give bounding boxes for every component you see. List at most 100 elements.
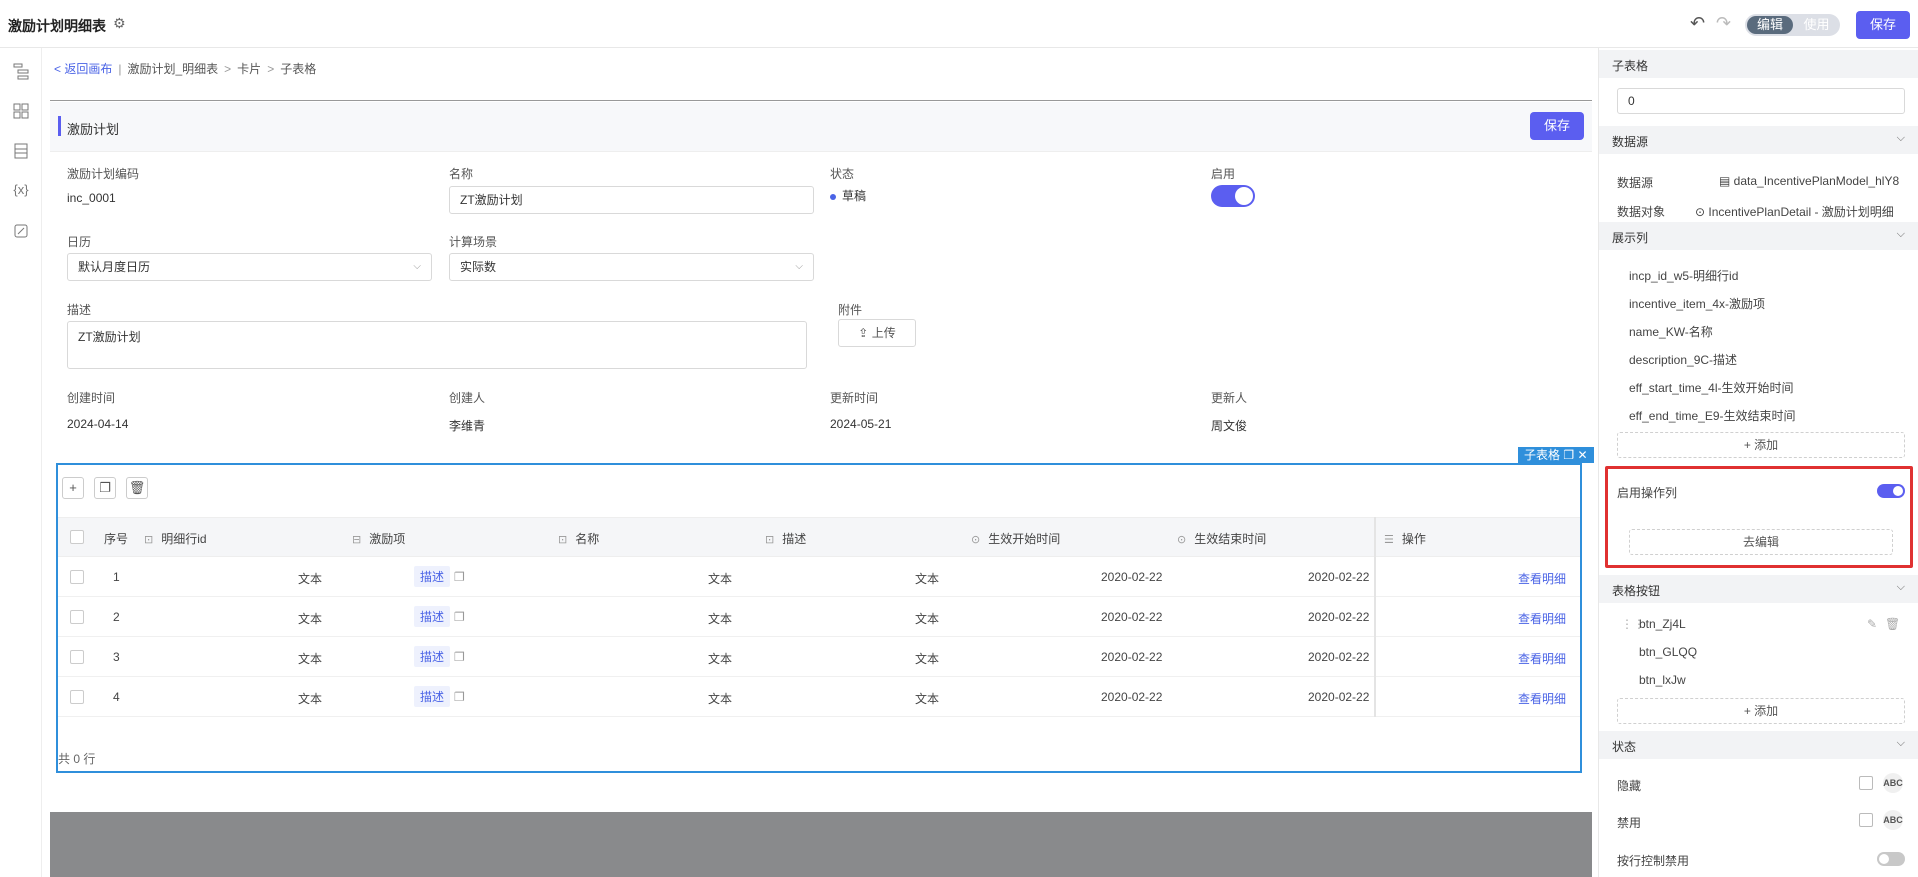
gear-icon[interactable]: ⚙	[113, 15, 126, 32]
calendar-select[interactable]: 默认月度日历 ⌵	[67, 253, 432, 281]
desc-label: 描述	[67, 303, 92, 317]
cell-desc: 文本	[915, 652, 940, 666]
column-item[interactable]: name_KW-名称	[1629, 323, 1713, 340]
upload-button[interactable]: ⇪ 上传	[838, 319, 916, 347]
row-disable-switch[interactable]	[1877, 852, 1905, 866]
status-label: 状态	[830, 167, 855, 181]
cell-start: 2020-02-22	[1101, 570, 1163, 584]
disabled-checkbox[interactable]	[1859, 813, 1873, 827]
cell-item-tag: 描述	[414, 606, 451, 627]
updated-label: 更新时间	[830, 391, 879, 405]
variable-icon[interactable]: {x}	[12, 182, 30, 200]
canvas: < 返回画布 | 激励计划_明细表 > 卡片 > 子表格 激励计划 保存 激励计划编码 in…	[42, 48, 1598, 877]
datasource-value[interactable]: ▤ data_IncentivePlanModel_hlY8	[1719, 174, 1899, 188]
section-state[interactable]: 状态 ⌵	[1599, 731, 1918, 759]
datasource-label: 数据源	[1617, 176, 1654, 190]
edit-icon[interactable]: ✎	[1867, 617, 1877, 631]
view-detail-link[interactable]: 查看明细	[1518, 570, 1566, 587]
copy-icon[interactable]: ❐	[454, 570, 465, 584]
chevron-down-icon: ⌵	[1896, 228, 1905, 240]
breadcrumb-item[interactable]: 卡片	[237, 62, 261, 76]
name-input[interactable]: ZT激励计划	[449, 186, 814, 214]
column-item[interactable]: description_9C-描述	[1629, 351, 1737, 368]
section-columns[interactable]: 展示列 ⌵	[1599, 222, 1918, 250]
card-save-button[interactable]: 保存	[1530, 112, 1584, 140]
row-checkbox[interactable]	[70, 650, 84, 664]
mode-toggle[interactable]: 编辑 使用	[1745, 14, 1840, 36]
scene-select[interactable]: 实际数 ⌵	[449, 253, 814, 281]
close-icon[interactable]: ✕	[1577, 448, 1587, 462]
op-column-switch[interactable]	[1877, 484, 1905, 498]
desc-textarea[interactable]: ZT激励计划	[67, 321, 807, 369]
cell-item-tag: 描述	[414, 566, 451, 587]
view-detail-link[interactable]: 查看明细	[1518, 690, 1566, 707]
chevron-down-icon: ⌵	[1896, 581, 1905, 593]
select-all-checkbox[interactable]	[70, 530, 84, 544]
button-item[interactable]: btn_lxJw	[1639, 673, 1686, 687]
column-item[interactable]: eff_end_time_E9-生效结束时间	[1629, 407, 1796, 424]
chevron-down-icon: ⌵	[1896, 132, 1905, 144]
save-button[interactable]: 保存	[1856, 11, 1910, 39]
chevron-down-icon: ⌵	[413, 261, 421, 272]
expression-icon[interactable]: ABC	[1883, 810, 1903, 830]
breadcrumb-item[interactable]: 激励计划_明细表	[127, 62, 218, 76]
breadcrumb: < 返回画布 | 激励计划_明细表 > 卡片 > 子表格	[54, 62, 317, 76]
mode-use[interactable]: 使用	[1795, 16, 1838, 34]
updater-value: 周文俊	[1211, 419, 1248, 433]
card-header: 激励计划 保存	[50, 102, 1592, 152]
subtable-tag-label: 子表格	[1524, 448, 1561, 462]
copy-row-icon[interactable]: ❐	[94, 477, 116, 499]
time-field-icon: ⊙	[971, 534, 981, 546]
object-value[interactable]: ⊙ IncentivePlanDetail - 激励计划明细	[1695, 203, 1894, 220]
go-edit-button[interactable]: 去编辑	[1629, 529, 1893, 555]
tree-icon[interactable]	[12, 62, 30, 80]
row-checkbox[interactable]	[70, 610, 84, 624]
cell-name: 文本	[708, 692, 733, 706]
subtable-tag[interactable]: 子表格 ❐ ✕	[1518, 447, 1594, 463]
copy-icon[interactable]: ❐	[1563, 448, 1574, 462]
copy-icon[interactable]: ❐	[454, 690, 465, 704]
subtable[interactable]: + ❐ 🗑 序号 ⊡ 明细行id ⊟ 激励项 ⊡ 名称 ⊡ 描述 ⊙ 生效开始时间 ⊙ 生效…	[56, 463, 1582, 773]
hidden-checkbox[interactable]	[1859, 776, 1873, 790]
expression-icon[interactable]: ABC	[1883, 773, 1903, 793]
subtable-value-input[interactable]: 0	[1617, 88, 1905, 114]
view-detail-link[interactable]: 查看明细	[1518, 650, 1566, 667]
edit-icon[interactable]	[12, 222, 30, 240]
undo-icon[interactable]: ↶	[1690, 13, 1705, 34]
row-checkbox[interactable]	[70, 690, 84, 704]
table-icon[interactable]	[12, 142, 30, 160]
redo-icon[interactable]: ↷	[1716, 13, 1731, 34]
back-link[interactable]: < 返回画布	[54, 62, 112, 76]
column-item[interactable]: incentive_item_4x-激励项	[1629, 295, 1765, 312]
cell-id: 文本	[298, 652, 323, 666]
add-row-icon[interactable]: +	[62, 477, 84, 499]
delete-icon[interactable]: 🗑	[1885, 617, 1900, 631]
section-datasource[interactable]: 数据源 ⌵	[1599, 126, 1918, 154]
column-item[interactable]: eff_start_time_4l-生效开始时间	[1629, 379, 1794, 396]
copy-icon[interactable]: ❐	[454, 610, 465, 624]
scene-label: 计算场景	[449, 235, 498, 249]
enabled-switch[interactable]	[1211, 185, 1255, 207]
delete-row-icon[interactable]: 🗑	[126, 477, 148, 499]
copy-icon[interactable]: ❐	[454, 650, 465, 664]
row-total: 共 0 行	[58, 752, 96, 766]
cell-start: 2020-02-22	[1101, 690, 1163, 704]
section-subtable: 子表格	[1599, 50, 1918, 78]
grid-icon[interactable]	[12, 102, 30, 120]
table-header: 序号 ⊡ 明细行id ⊟ 激励项 ⊡ 名称 ⊡ 描述 ⊙ 生效开始时间 ⊙ 生效结束时间 ☰…	[58, 517, 1580, 557]
op-column-label: 启用操作列	[1617, 486, 1678, 500]
section-title: 展示列	[1612, 231, 1649, 245]
view-detail-link[interactable]: 查看明细	[1518, 610, 1566, 627]
mode-edit[interactable]: 编辑	[1747, 16, 1793, 34]
row-checkbox[interactable]	[70, 570, 84, 584]
add-button-button[interactable]: + 添加	[1617, 698, 1905, 724]
object-icon: ⊙	[1695, 205, 1709, 219]
code-value: inc_0001	[67, 191, 116, 205]
button-item[interactable]: btn_Zj4L	[1639, 617, 1686, 631]
column-item[interactable]: incp_id_w5-明细行id	[1629, 267, 1738, 284]
section-buttons[interactable]: 表格按钮 ⌵	[1599, 575, 1918, 603]
add-column-button[interactable]: + 添加	[1617, 432, 1905, 458]
button-item[interactable]: btn_GLQQ	[1639, 645, 1697, 659]
creator-value: 李维青	[449, 419, 486, 433]
cell-id: 文本	[298, 692, 323, 706]
